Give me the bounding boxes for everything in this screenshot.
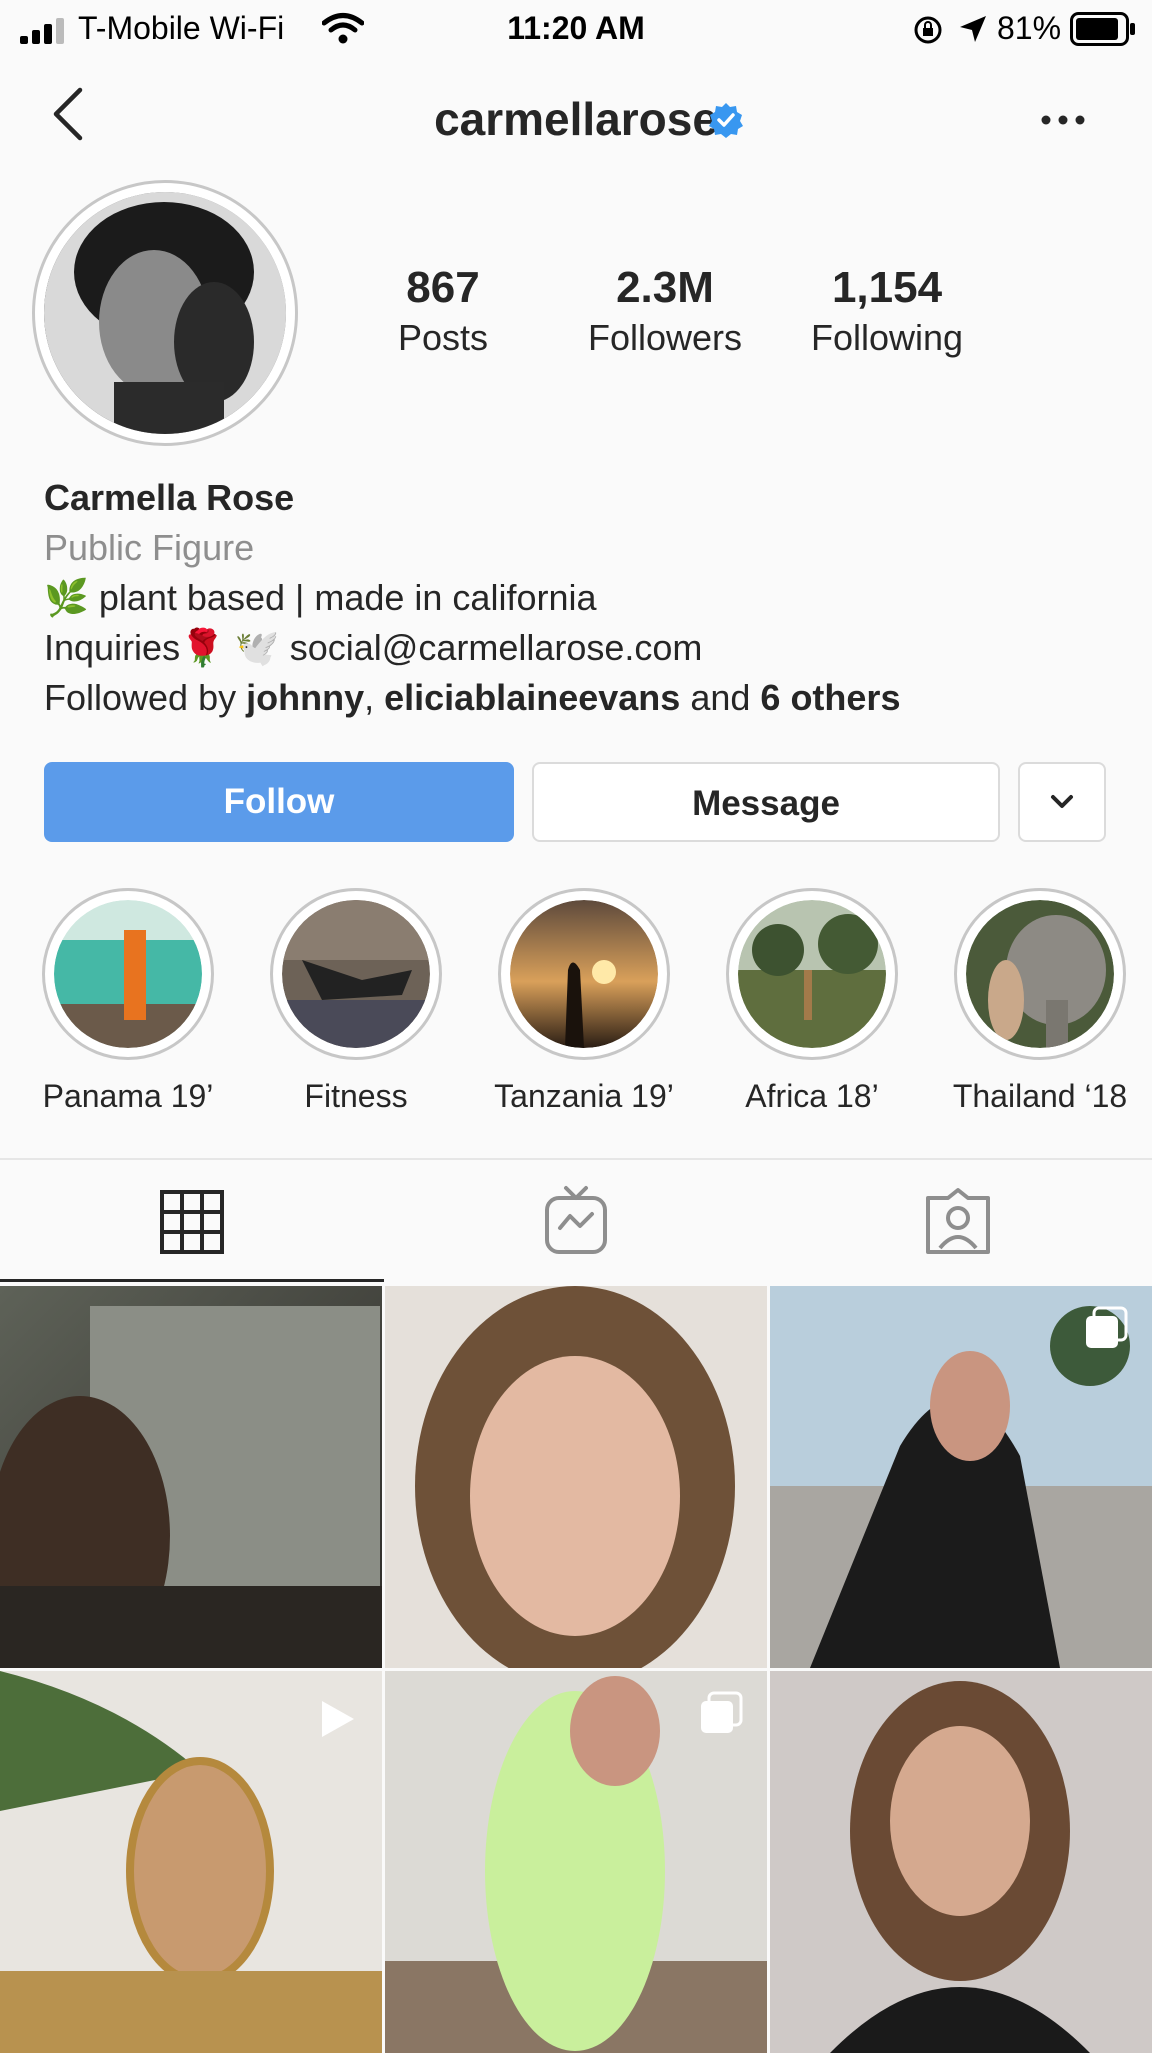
profile-avatar[interactable] <box>44 192 286 434</box>
username-title: carmellarose <box>0 92 1152 146</box>
more-options-icon[interactable] <box>1040 114 1086 126</box>
carousel-icon <box>1086 1306 1128 1348</box>
followed-by-prefix: Followed by <box>44 677 237 718</box>
following-count: 1,154 <box>831 263 943 312</box>
post-thumbnail[interactable] <box>770 1671 1152 2053</box>
grid-icon <box>160 1190 224 1254</box>
herb-emoji: 🌿 <box>44 577 89 618</box>
message-button[interactable]: Message <box>532 762 1000 842</box>
followed-user-eliciablaineevans[interactable]: eliciablaineevans <box>384 677 680 718</box>
followed-others[interactable]: 6 others <box>760 677 900 718</box>
posts-count: 867 <box>406 263 480 312</box>
bio-line-1-text: plant based | made in california <box>98 577 597 618</box>
chevron-down-icon <box>1051 795 1073 808</box>
highlight-label: Thailand ‘18 <box>952 1078 1128 1114</box>
followed-and: and <box>690 677 751 718</box>
rose-dove-emoji: 🌹 🕊️ <box>180 627 280 668</box>
rotation-lock-icon <box>914 16 942 44</box>
highlight-cover <box>738 900 886 1048</box>
posts-label: Posts <box>397 317 489 358</box>
stat-posts[interactable]: 867 Posts <box>343 262 543 362</box>
highlight-cover <box>54 900 202 1048</box>
profile-header: carmellarose <box>0 68 1152 168</box>
location-arrow-icon <box>960 16 986 42</box>
highlight-label: Africa 18’ <box>745 1078 879 1114</box>
video-play-icon <box>322 1701 354 1737</box>
verified-badge-icon <box>709 103 743 138</box>
post-thumbnail[interactable] <box>385 1286 767 1668</box>
followers-label: Followers <box>587 317 743 358</box>
followers-count: 2.3M <box>616 263 714 312</box>
followed-separator: , <box>364 677 375 718</box>
profile-category: Public Figure <box>44 527 255 568</box>
following-label: Following <box>810 317 964 358</box>
post-thumbnail[interactable] <box>770 1286 1152 1668</box>
stat-followers[interactable]: 2.3M Followers <box>565 262 765 362</box>
status-bar: T-Mobile Wi-Fi 11:20 AM 81% <box>0 0 1152 58</box>
highlight-label: Tanzania 19’ <box>494 1078 674 1114</box>
profile-name: Carmella Rose <box>44 477 295 518</box>
followed-by[interactable]: Followed by johnny, eliciablaineevans an… <box>44 673 900 723</box>
highlight-label: Fitness <box>304 1078 408 1114</box>
tab-tagged[interactable] <box>768 1160 1152 1282</box>
highlight-cover <box>510 900 658 1048</box>
highlight-label: Panama 19’ <box>42 1078 214 1114</box>
suggested-dropdown-button[interactable] <box>1018 762 1106 842</box>
highlight-cover <box>966 900 1114 1048</box>
igtv-icon <box>545 1186 607 1254</box>
post-thumbnail[interactable] <box>385 1671 767 2053</box>
post-thumbnail[interactable] <box>0 1286 382 1668</box>
followed-user-johnny[interactable]: johnny <box>246 677 364 718</box>
username: carmellarose <box>434 93 718 145</box>
bio-line-1: 🌿 plant based | made in california <box>44 573 597 623</box>
inquiries-text: Inquiries <box>44 627 181 668</box>
bio-line-2: Inquiries🌹 🕊️ social@carmellarose.com <box>44 623 702 673</box>
tab-grid[interactable] <box>0 1160 384 1282</box>
tab-igtv[interactable] <box>384 1160 768 1282</box>
post-thumbnail[interactable] <box>0 1671 382 2053</box>
carousel-icon <box>701 1691 743 1733</box>
battery-icon <box>1070 12 1135 46</box>
follow-button[interactable]: Follow <box>44 762 514 842</box>
tagged-person-icon <box>926 1188 990 1254</box>
battery-percent: 81% <box>997 10 1062 46</box>
highlight-cover <box>282 900 430 1048</box>
stat-following[interactable]: 1,154 Following <box>787 262 987 362</box>
email-link[interactable]: social@carmellarose.com <box>290 627 703 668</box>
